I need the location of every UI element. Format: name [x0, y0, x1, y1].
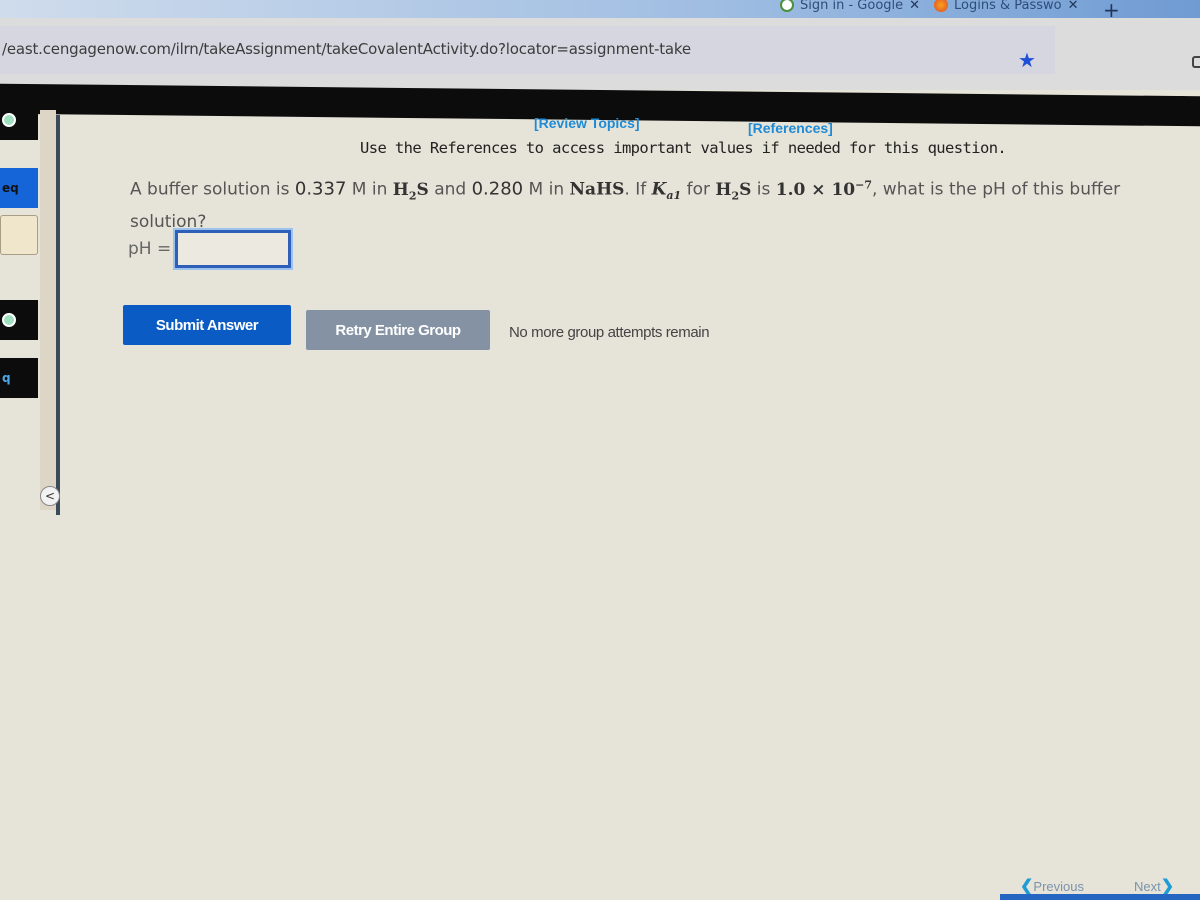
browser-tabstrip: Sign in - Google ✕ Logins & Passwo ✕ +	[0, 0, 1200, 22]
previous-label: Previous	[1033, 879, 1084, 894]
previous-link[interactable]: ❮Previous	[1020, 876, 1084, 896]
question-sidebar: eq q	[0, 100, 40, 520]
next-link[interactable]: Next❯	[1134, 876, 1174, 896]
references-link[interactable]: [References]	[748, 120, 833, 136]
review-topics-link[interactable]: [Review Topics]	[534, 115, 640, 131]
chevron-right-icon: ❯	[1160, 878, 1175, 895]
question-text: A buffer solution is 0.337 M in H2S and …	[130, 178, 1121, 233]
sidebar-gutter	[40, 110, 56, 510]
tab-logins[interactable]: Logins & Passwo ✕	[934, 0, 1079, 14]
ph-input[interactable]	[175, 230, 292, 268]
sidebar-item-1[interactable]	[0, 100, 38, 140]
sidebar-item-5[interactable]: q	[0, 358, 38, 398]
attempts-status-text: No more group attempts remain	[509, 324, 710, 341]
next-label: Next	[1134, 879, 1161, 894]
ph-label: pH =	[128, 239, 172, 259]
close-tab-icon[interactable]: ✕	[909, 0, 920, 13]
status-badge-icon	[2, 113, 16, 127]
ph-answer-row: pH =	[128, 230, 292, 268]
url-bar[interactable]: /east.cengagenow.com/ilrn/takeAssignment…	[0, 26, 1055, 74]
google-icon	[780, 0, 794, 12]
chevron-left-icon: ❮	[1020, 878, 1034, 895]
sidebar-item-2[interactable]: eq	[0, 168, 38, 208]
bookmark-star-icon[interactable]: ★	[1018, 48, 1036, 72]
sidebar-item-3[interactable]	[0, 215, 38, 255]
sidebar-divider	[56, 115, 60, 515]
tab-google-signin[interactable]: Sign in - Google ✕	[780, 0, 920, 14]
extension-icon[interactable]	[1192, 56, 1200, 68]
close-tab-icon[interactable]: ✕	[1068, 0, 1079, 13]
sidebar-item-label: eq	[2, 181, 19, 195]
collapse-sidebar-button[interactable]: <	[40, 486, 60, 506]
firefox-icon	[934, 0, 948, 12]
url-text[interactable]: /east.cengagenow.com/ilrn/takeAssignment…	[2, 40, 691, 58]
tab-label: Sign in - Google	[800, 0, 904, 13]
retry-entire-group-button[interactable]: Retry Entire Group	[306, 310, 490, 350]
footer-bar	[1000, 894, 1200, 900]
status-badge-icon	[2, 313, 16, 327]
tab-label: Logins & Passwo	[954, 0, 1062, 13]
submit-answer-button[interactable]: Submit Answer	[123, 305, 291, 345]
sidebar-item-4[interactable]	[0, 300, 38, 340]
instruction-text: Use the References to access important v…	[360, 139, 1007, 157]
sidebar-item-label: q	[2, 371, 11, 385]
